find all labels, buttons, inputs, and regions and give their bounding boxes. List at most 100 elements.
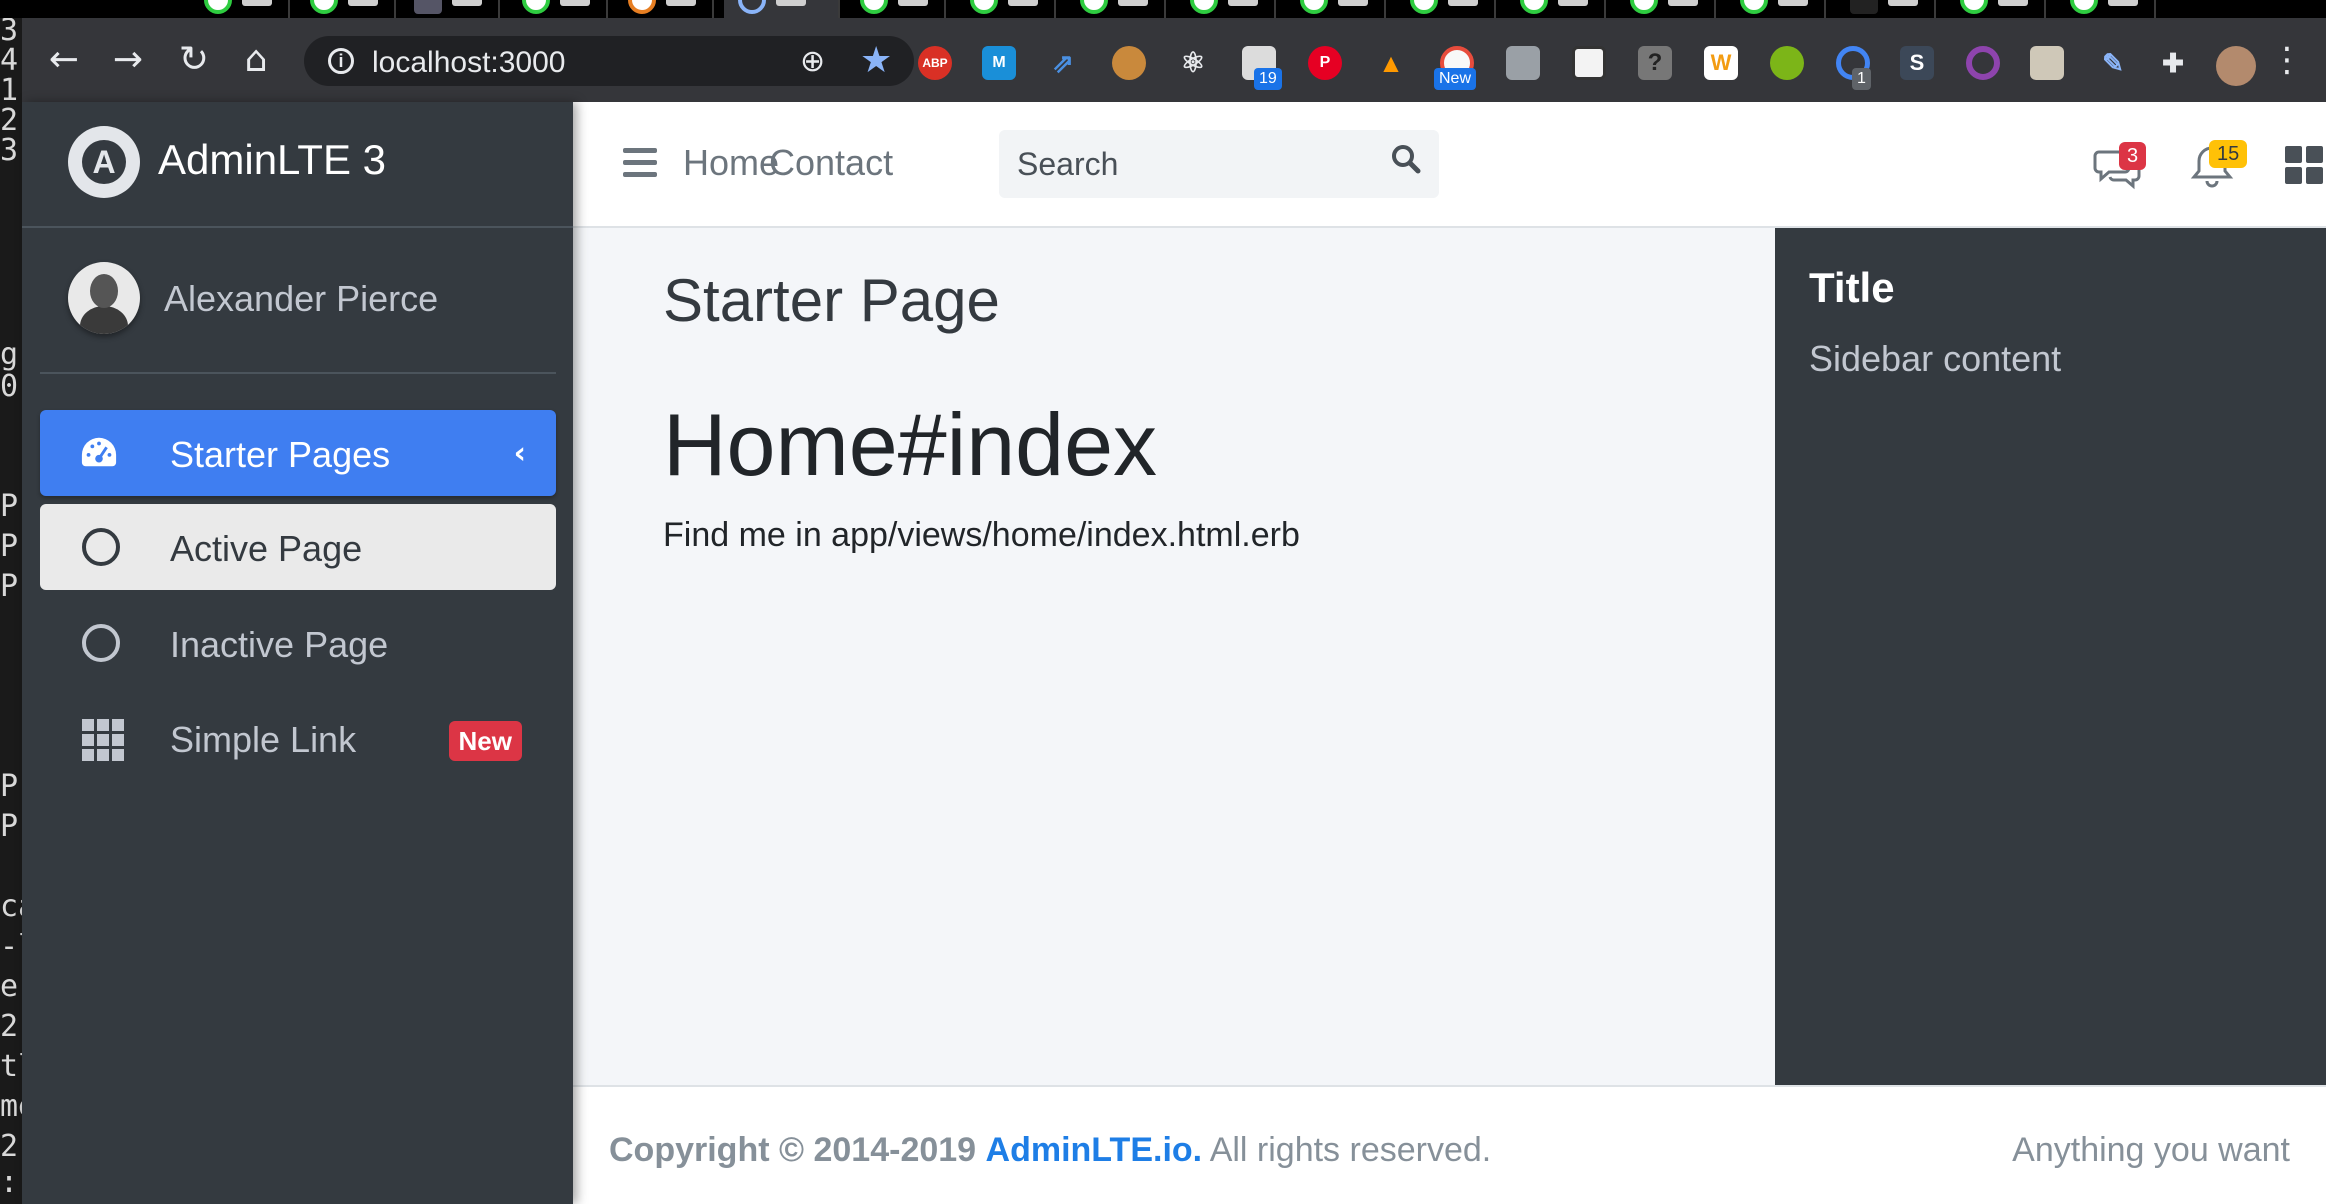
sidebar-item-active-page[interactable]: Active Page <box>40 504 556 590</box>
puzzle-icon[interactable]: ✚ <box>2156 46 2190 80</box>
grid-icon <box>82 719 124 761</box>
browser-tab[interactable] <box>846 0 946 18</box>
cookie-icon[interactable] <box>1112 46 1146 80</box>
image-count-badge: 19 <box>1254 68 1282 90</box>
browser-tab[interactable] <box>956 0 1056 18</box>
browser-tab[interactable] <box>1836 0 1936 18</box>
favicon-icon <box>1080 0 1108 14</box>
favicon-icon <box>1520 0 1548 14</box>
new-badge: New <box>448 721 522 761</box>
favicon-icon <box>522 0 550 14</box>
browser-tab[interactable] <box>190 0 290 18</box>
terminal-line: g <box>0 337 19 372</box>
pinterest-icon[interactable]: P <box>1308 46 1342 80</box>
hat-icon[interactable]: ▲ <box>1374 46 1408 80</box>
control-sidebar: Title Sidebar content <box>1775 228 2326 1085</box>
browser-tab[interactable] <box>508 0 608 18</box>
brand-text: AdminLTE 3 <box>158 136 386 183</box>
footer-copyright: Copyright © 2014-2019 AdminLTE.io. All r… <box>609 1131 1491 1170</box>
qr-icon[interactable] <box>1572 46 1606 80</box>
w-icon[interactable]: W <box>1704 46 1738 80</box>
camera-icon[interactable] <box>1506 46 1540 80</box>
browser-tab[interactable] <box>1286 0 1386 18</box>
favicon-icon <box>1740 0 1768 14</box>
react-icon[interactable]: ⚛ <box>1176 46 1210 80</box>
terminal-line: 2 <box>0 1129 19 1164</box>
browser-tab[interactable] <box>296 0 396 18</box>
back-icon[interactable]: ← <box>44 40 84 80</box>
nav-link-contact[interactable]: Contact <box>769 142 893 184</box>
footer-brand-link[interactable]: AdminLTE.io. <box>986 1131 1203 1169</box>
hamburger-menu-icon[interactable] <box>623 148 657 178</box>
control-sidebar-toggle-icon[interactable] <box>2285 146 2323 184</box>
sidebar-item-label: Starter Pages <box>170 434 391 475</box>
chevron-left-icon: ‹ <box>513 436 526 471</box>
favicon-icon <box>310 0 338 14</box>
forward-icon[interactable]: → <box>108 40 148 80</box>
user-name-link[interactable]: Alexander Pierce <box>164 278 438 320</box>
browser-tab[interactable] <box>1726 0 1826 18</box>
browser-tab[interactable] <box>400 0 500 18</box>
address-url[interactable]: localhost:3000 <box>372 46 565 80</box>
site-info-icon[interactable]: i <box>328 48 354 74</box>
messages-count-badge: 3 <box>2119 142 2147 170</box>
copyright-text: Copyright © 2014-2019 <box>609 1131 977 1169</box>
sidebar-item-starter-pages[interactable]: Starter Pages ‹ <box>40 410 556 496</box>
circle-outline-icon <box>82 624 120 662</box>
adminlte-logo-icon: A <box>68 126 140 198</box>
reload-icon[interactable]: ↻ <box>174 40 214 80</box>
sidebar-item-inactive-page[interactable]: Inactive Page <box>40 600 556 686</box>
browser-tab[interactable] <box>1506 0 1606 18</box>
question-icon[interactable]: ? <box>1638 46 1672 80</box>
main-sidebar: A AdminLTE 3 Alexander Pierce Starter Pa… <box>22 102 573 1204</box>
browser-menu-icon[interactable]: ⋮ <box>2270 40 2304 80</box>
browser-toolbar: ← → ↻ ⌂ i localhost:3000 ⊕ ★ ABP M ⇗ ⚛ 1… <box>22 18 2326 102</box>
admin-app: A AdminLTE 3 Alexander Pierce Starter Pa… <box>22 102 2326 1204</box>
favicon-icon <box>860 0 888 14</box>
sidebar-item-label: Simple Link <box>170 719 357 760</box>
browser-tab[interactable] <box>1396 0 1496 18</box>
address-bar[interactable]: i localhost:3000 ⊕ ★ <box>304 36 914 86</box>
search-input[interactable]: Search <box>1017 146 1118 183</box>
pen-icon[interactable]: ✎ <box>2096 46 2130 80</box>
abp-icon[interactable]: ABP <box>918 46 952 80</box>
bookmark-star-icon[interactable]: ★ <box>860 40 892 81</box>
top-navbar: Home Contact Search 3 15 <box>573 102 2326 228</box>
zoom-icon[interactable]: ⊕ <box>800 44 825 79</box>
search-icon[interactable] <box>1391 144 1421 174</box>
content-heading: Home#index <box>663 395 1158 494</box>
favicon-icon <box>204 0 232 14</box>
m-icon[interactable]: M <box>982 46 1016 80</box>
color-icon[interactable] <box>1966 46 2000 80</box>
sidebar-item-label: Inactive Page <box>170 624 389 665</box>
favicon-icon <box>1960 0 1988 14</box>
circle-icon[interactable] <box>1770 46 1804 80</box>
favicon-icon <box>738 0 766 14</box>
s-icon[interactable]: S <box>1900 46 1934 80</box>
browser-tab-active[interactable] <box>724 0 840 18</box>
profile-icon[interactable] <box>2216 46 2256 86</box>
browser-tab-strip <box>0 0 2326 18</box>
browser-tab[interactable] <box>2056 0 2156 18</box>
lisbon-icon[interactable] <box>2030 46 2064 80</box>
user-avatar[interactable] <box>68 262 140 334</box>
circle-outline-icon <box>82 528 120 566</box>
content-paragraph: Find me in app/views/home/index.html.erb <box>663 516 1300 554</box>
favicon-icon <box>2070 0 2098 14</box>
browser-tab[interactable] <box>1176 0 1276 18</box>
browser-tab[interactable] <box>1946 0 2046 18</box>
browser-tab[interactable] <box>1616 0 1716 18</box>
navbar-search[interactable]: Search <box>999 130 1439 198</box>
home-icon[interactable]: ⌂ <box>236 40 276 80</box>
share-icon[interactable]: ⇗ <box>1046 46 1080 80</box>
brand-link[interactable]: A AdminLTE 3 <box>22 102 573 228</box>
sidebar-item-simple-link[interactable]: Simple Link New <box>40 695 556 781</box>
browser-tab[interactable] <box>1066 0 1166 18</box>
rights-text: All rights reserved. <box>1209 1131 1492 1169</box>
nav-link-home[interactable]: Home <box>683 142 779 184</box>
browser-tab[interactable] <box>614 0 714 18</box>
control-sidebar-title: Title <box>1809 264 1895 311</box>
favicon-icon <box>1630 0 1658 14</box>
tachometer-icon <box>81 437 117 467</box>
terminal-line: : <box>0 1165 19 1200</box>
